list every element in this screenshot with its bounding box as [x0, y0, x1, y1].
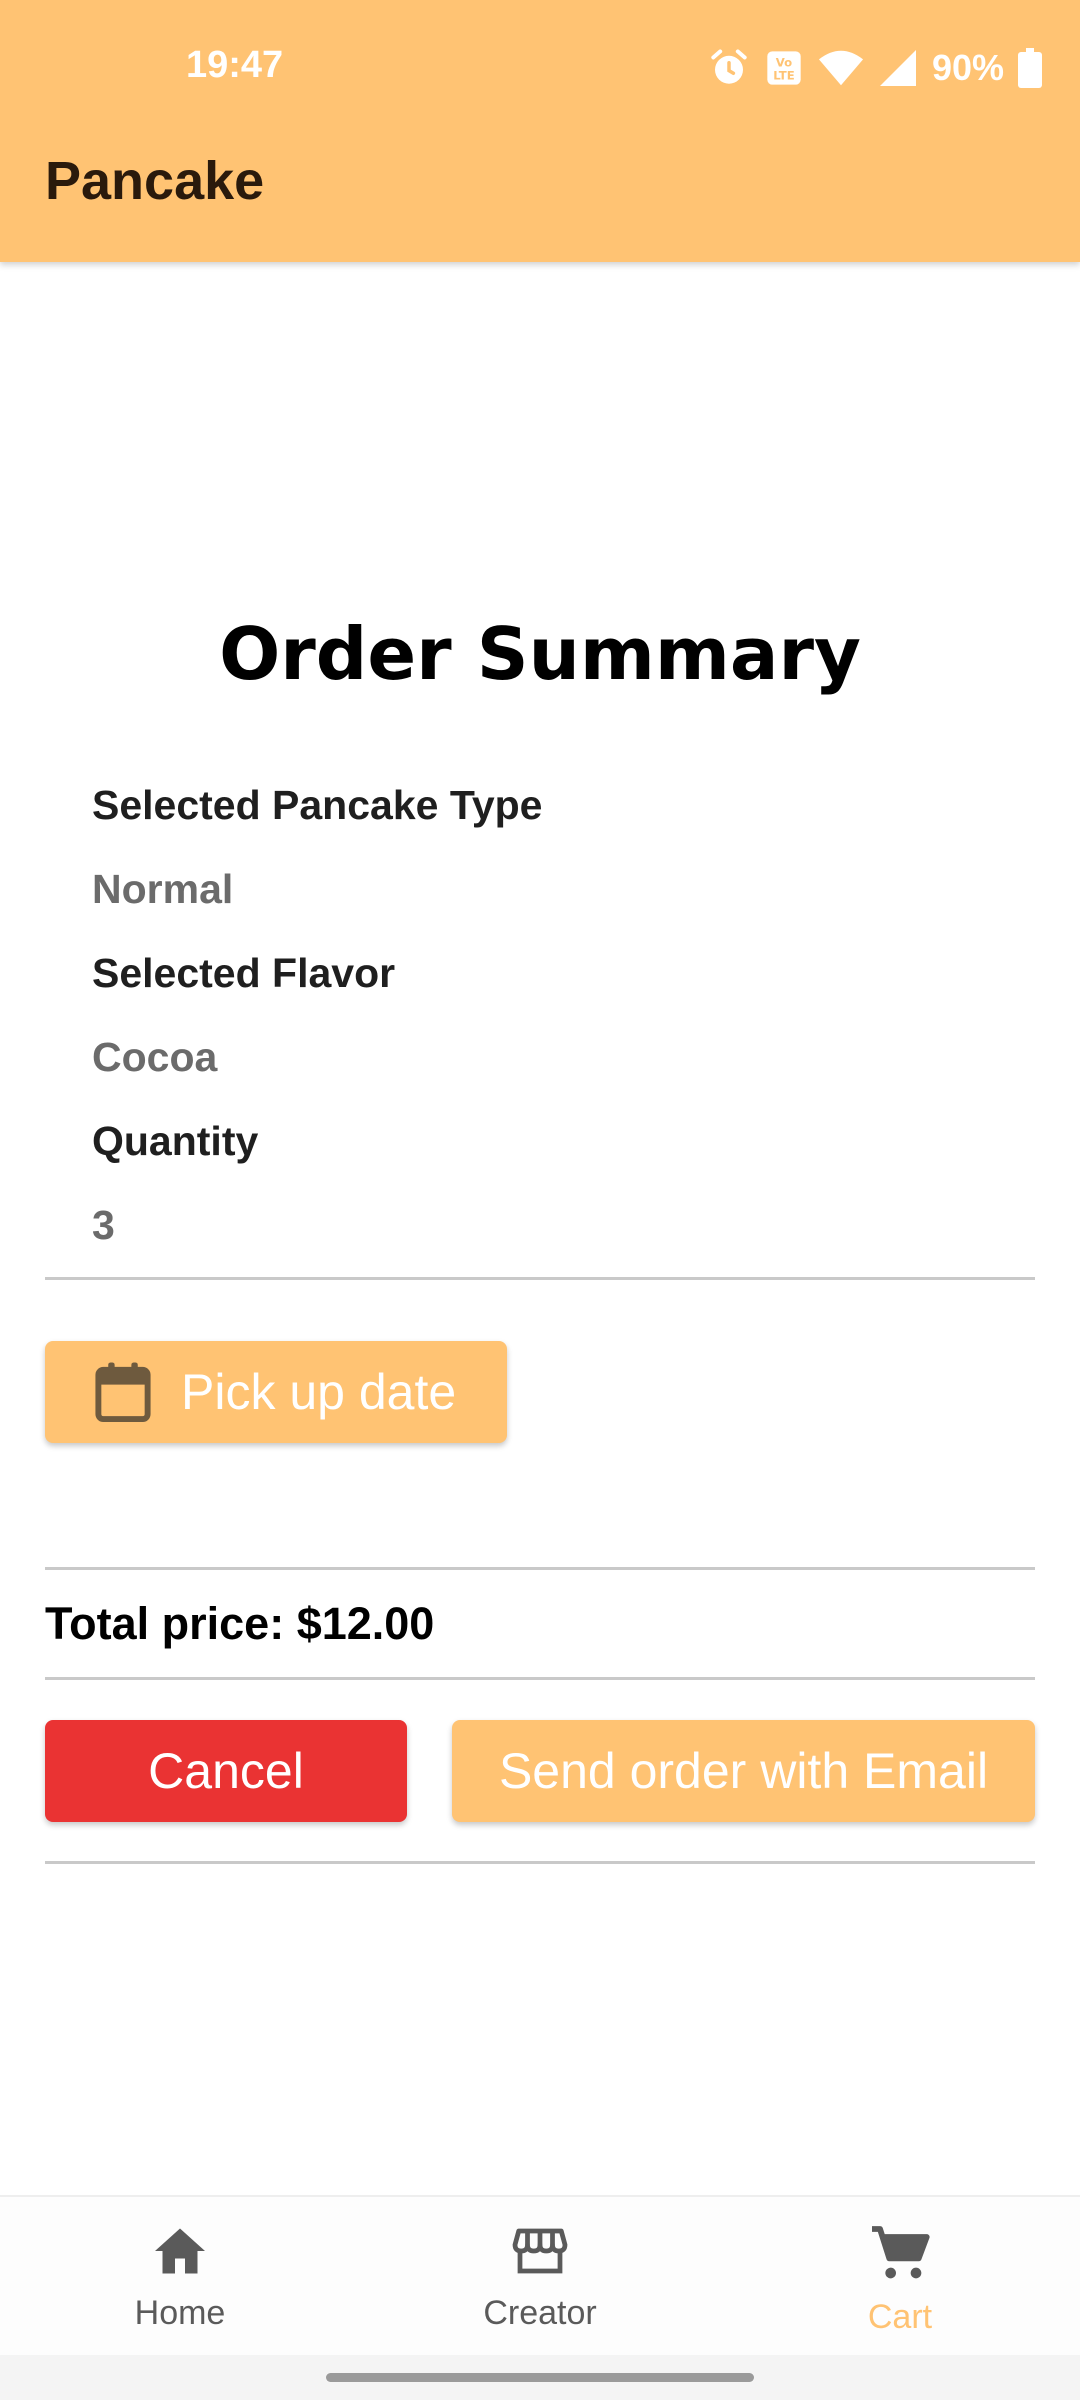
cancel-button-label: Cancel: [148, 1743, 304, 1799]
nav-label-cart: Cart: [867, 2298, 933, 2336]
flavor-value: Cocoa: [92, 1034, 218, 1080]
divider: [45, 1567, 1035, 1570]
quantity-value: 3: [92, 1202, 115, 1248]
top-app-bar: 19:47 Vo LTE 90% Pancake: [0, 0, 1080, 262]
nav-item-home[interactable]: Home: [50, 2221, 310, 2333]
nav-label-home: Home: [134, 2294, 226, 2332]
bottom-navigation: Home Creator Cart: [0, 2195, 1080, 2357]
nav-item-creator[interactable]: Creator: [410, 2221, 670, 2333]
quantity-label: Quantity: [92, 1118, 259, 1164]
gesture-handle[interactable]: [326, 2373, 754, 2382]
app-title: Pancake: [45, 151, 265, 211]
pick-up-date-label: Pick up date: [181, 1364, 457, 1420]
calendar-icon: [93, 1360, 153, 1424]
divider: [45, 1861, 1035, 1864]
status-time: 19:47: [186, 44, 284, 86]
alarm-icon: [708, 47, 750, 89]
status-icons: Vo LTE 90%: [708, 42, 1042, 94]
store-icon: [510, 2221, 570, 2286]
svg-text:LTE: LTE: [773, 69, 794, 83]
volte-icon: Vo LTE: [764, 48, 804, 88]
home-icon: [150, 2221, 210, 2286]
nav-label-creator: Creator: [483, 2294, 597, 2332]
battery-icon: [1018, 48, 1042, 88]
pancake-type-value: Normal: [92, 866, 234, 912]
total-price: Total price: $12.00: [45, 1598, 435, 1649]
pick-up-date-button[interactable]: Pick up date: [45, 1341, 507, 1443]
send-order-email-label: Send order with Email: [498, 1743, 989, 1799]
nav-item-cart[interactable]: Cart: [770, 2221, 1030, 2337]
svg-text:Vo: Vo: [776, 55, 792, 69]
cancel-button[interactable]: Cancel: [45, 1720, 407, 1822]
cart-icon: [868, 2221, 932, 2290]
wifi-icon: [818, 48, 864, 88]
signal-icon: [878, 48, 918, 88]
divider: [45, 1677, 1035, 1680]
flavor-label: Selected Flavor: [92, 950, 396, 996]
divider: [45, 1277, 1035, 1280]
send-order-email-button[interactable]: Send order with Email: [452, 1720, 1035, 1822]
pancake-type-label: Selected Pancake Type: [92, 782, 543, 828]
battery-percentage: 90%: [931, 47, 1004, 88]
order-summary-title: Order Summary: [219, 612, 861, 696]
